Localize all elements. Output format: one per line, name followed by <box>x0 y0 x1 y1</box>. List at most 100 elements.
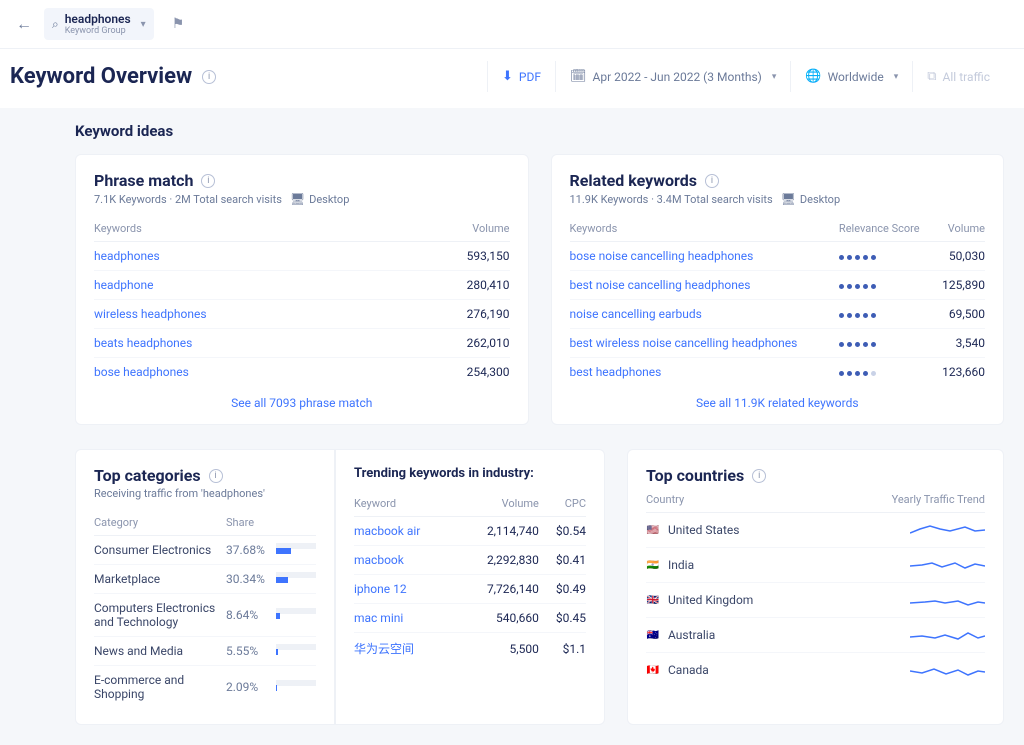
volume-cell: 7,726,140 <box>458 575 539 604</box>
export-pdf-button[interactable]: ⬇ PDF <box>487 61 555 92</box>
category-name: Consumer Electronics <box>94 536 226 565</box>
volume-cell: 5,500 <box>458 633 539 665</box>
table-row: Consumer Electronics37.68% <box>94 536 316 565</box>
see-all-related-link[interactable]: See all 11.9K related keywords <box>696 396 859 410</box>
keyword-link[interactable]: macbook <box>354 553 404 567</box>
table-row: wireless headphones 276,190 <box>94 300 510 329</box>
keyword-link[interactable]: macbook air <box>354 524 420 538</box>
keyword-link[interactable]: beats headphones <box>94 336 192 350</box>
volume-cell: 540,660 <box>458 604 539 633</box>
phrase-match-subtitle: 7.1K Keywords · 2M Total search visits <box>94 193 282 206</box>
back-arrow-icon[interactable]: ← <box>16 14 32 34</box>
keyword-link[interactable]: mac mini <box>354 611 403 625</box>
volume-cell: 50,030 <box>934 242 985 271</box>
table-row: macbook air 2,114,740$0.54 <box>354 517 586 546</box>
flag-icon[interactable]: ⚑ <box>172 16 185 32</box>
category-name: Computers Electronics and Technology <box>94 594 226 637</box>
volume-cell: 262,010 <box>395 329 510 358</box>
chip-subtitle: Keyword Group <box>65 26 131 36</box>
categories-table: Category Share Consumer Electronics37.68… <box>94 510 316 708</box>
header-controls: ⬇ PDF 🗓 Apr 2022 - Jun 2022 (3 Months) ▾… <box>487 61 1004 92</box>
cpc-cell: $0.41 <box>539 546 586 575</box>
keyword-link[interactable]: bose headphones <box>94 365 189 379</box>
volume-cell: 2,114,740 <box>458 517 539 546</box>
keyword-link[interactable]: wireless headphones <box>94 307 207 321</box>
country-flag-icon: 🇦🇺 <box>646 628 660 642</box>
country-row: 🇮🇳India <box>646 548 985 583</box>
col-volume: Volume <box>458 491 539 517</box>
categories-title: Top categories <box>94 466 201 485</box>
volume-cell: 3,540 <box>934 329 985 358</box>
keyword-group-chip[interactable]: ⌕ headphones Keyword Group ▾ <box>44 8 154 40</box>
download-icon: ⬇ <box>502 69 513 84</box>
volume-cell: 69,500 <box>934 300 985 329</box>
col-keyword: Keyword <box>354 491 458 517</box>
chip-title: headphones <box>65 12 131 26</box>
date-range-label: Apr 2022 - Jun 2022 (3 Months) <box>593 70 762 84</box>
keyword-link[interactable]: best headphones <box>570 365 662 379</box>
keyword-link[interactable]: iphone 12 <box>354 582 407 596</box>
col-category: Category <box>94 510 226 536</box>
cpc-cell: $1.1 <box>539 633 586 665</box>
keyword-link[interactable]: bose noise cancelling headphones <box>570 249 754 263</box>
share-bar <box>276 644 316 650</box>
share-value: 37.68% <box>226 536 276 565</box>
see-all-phrase-link[interactable]: See all 7093 phrase match <box>231 396 372 410</box>
country-flag-icon: 🇺🇸 <box>646 523 660 537</box>
col-volume: Volume <box>395 216 510 242</box>
scope-picker[interactable]: 🌐 Worldwide ▾ <box>790 61 912 92</box>
category-name: Marketplace <box>94 565 226 594</box>
info-icon[interactable]: i <box>201 174 215 188</box>
country-flag-icon: 🇬🇧 <box>646 593 660 607</box>
volume-cell: 276,190 <box>395 300 510 329</box>
table-row: headphones593,150 <box>94 242 510 271</box>
info-icon[interactable]: i <box>705 174 719 188</box>
page-title: Keyword Overview <box>10 64 192 89</box>
related-keywords-card: Related keywords i 11.9K Keywords · 3.4M… <box>551 154 1005 425</box>
country-row: 🇬🇧 United Kingdom <box>646 583 985 618</box>
desktop-icon: 🖥 <box>781 192 796 206</box>
share-bar <box>276 680 316 686</box>
share-value: 5.55% <box>226 637 276 666</box>
country-row: 🇨🇦Canada <box>646 653 985 687</box>
country-flag-icon: 🇨🇦 <box>646 663 660 677</box>
volume-cell: 2,292,830 <box>458 546 539 575</box>
globe-icon: 🌐 <box>805 69 821 84</box>
info-icon[interactable]: i <box>752 469 766 483</box>
col-cpc: CPC <box>539 491 586 517</box>
header-bar: Keyword Overview i ⬇ PDF 🗓 Apr 2022 - Ju… <box>0 48 1024 108</box>
category-name: News and Media <box>94 637 226 666</box>
info-icon[interactable]: i <box>202 70 216 84</box>
share-value: 30.34% <box>226 565 276 594</box>
date-range-picker[interactable]: 🗓 Apr 2022 - Jun 2022 (3 Months) ▾ <box>555 61 790 92</box>
keyword-link[interactable]: best wireless noise cancelling headphone… <box>570 336 798 350</box>
col-country: Country <box>646 493 892 506</box>
table-row: Marketplace30.34% <box>94 565 316 594</box>
trending-keywords-card: Trending keywords in industry: Keyword V… <box>335 449 605 725</box>
keyword-link[interactable]: 华为云空间 <box>354 642 414 656</box>
country-name: India <box>668 558 910 572</box>
info-icon[interactable]: i <box>209 469 223 483</box>
calendar-icon: 🗓 <box>570 69 587 84</box>
group-icon: ⌕ <box>52 17 59 32</box>
top-categories-card: Top categories i Receiving traffic from … <box>75 449 335 725</box>
chevron-down-icon: ▾ <box>894 72 899 82</box>
categories-subtitle: Receiving traffic from 'headphones' <box>94 487 316 500</box>
device-tag: 🖥 Desktop <box>781 192 840 206</box>
country-name: United Kingdom <box>668 593 910 607</box>
keyword-link[interactable]: headphones <box>94 249 160 263</box>
table-row: bose noise cancelling headphones 50,030 <box>570 242 986 271</box>
share-value: 8.64% <box>226 594 276 637</box>
trending-table: Keyword Volume CPC macbook air2,114,740$… <box>354 491 586 664</box>
cpc-cell: $0.54 <box>539 517 586 546</box>
table-row: macbook 2,292,830$0.41 <box>354 546 586 575</box>
table-row: headphone280,410 <box>94 271 510 300</box>
table-row: best wireless noise cancelling headphone… <box>570 329 986 358</box>
table-row: Computers Electronics and Technology8.64… <box>94 594 316 637</box>
country-row: 🇦🇺Australia <box>646 618 985 653</box>
related-table: Keywords Relevance Score Volume bose noi… <box>570 216 986 386</box>
keyword-link[interactable]: best noise cancelling headphones <box>570 278 751 292</box>
keyword-link[interactable]: headphone <box>94 278 153 292</box>
col-trend: Yearly Traffic Trend <box>892 493 985 506</box>
keyword-link[interactable]: noise cancelling earbuds <box>570 307 702 321</box>
